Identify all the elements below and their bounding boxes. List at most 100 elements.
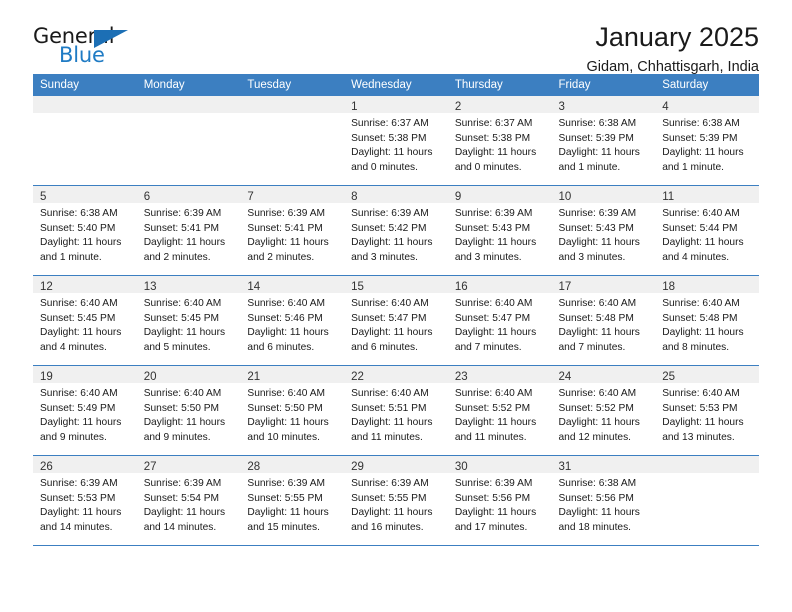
- day-details: Sunrise: 6:40 AM Sunset: 5:50 PM Daylight:…: [240, 383, 344, 445]
- day-detail-line: Sunset: 5:44 PM: [662, 222, 738, 234]
- day-detail-line: Sunset: 5:38 PM: [454, 132, 531, 144]
- day-detail-line: Sunset: 5:42 PM: [351, 222, 427, 234]
- calendar-day-cell[interactable]: 16 Sunrise: 6:40 AM Sunset: 5:47 PM Dayligh…: [447, 275, 552, 366]
- day-number: 13: [143, 281, 157, 293]
- day-details: Sunrise: 6:40 AM Sunset: 5:48 PM Daylight:…: [655, 293, 759, 355]
- day-detail-line: Sunset: 5:56 PM: [558, 492, 634, 504]
- day-detail-line: Daylight: 11 hours: [40, 417, 122, 429]
- day-detail-line: and 3 minutes.: [351, 251, 418, 263]
- calendar-day-cell[interactable]: 5 Sunrise: 6:38 AM Sunset: 5:40 PM Daylight…: [33, 185, 137, 276]
- calendar-day-cell-empty: [240, 96, 345, 186]
- day-number: 16: [454, 281, 468, 293]
- day-detail-line: and 10 minutes.: [247, 431, 320, 443]
- calendar-day-cell[interactable]: 30 Sunrise: 6:39 AM Sunset: 5:56 PM Dayligh…: [447, 455, 552, 546]
- calendar-day-cell[interactable]: 21 Sunrise: 6:40 AM Sunset: 5:50 PM Dayligh…: [240, 365, 345, 456]
- day-details: Sunrise: 6:40 AM Sunset: 5:46 PM Daylight:…: [240, 293, 344, 355]
- day-detail-line: Sunset: 5:49 PM: [40, 402, 116, 414]
- calendar-day-cell[interactable]: 27 Sunrise: 6:39 AM Sunset: 5:54 PM Dayligh…: [136, 455, 241, 546]
- day-detail-line: Sunset: 5:55 PM: [351, 492, 427, 504]
- calendar-day-cell[interactable]: 18 Sunrise: 6:40 AM Sunset: 5:48 PM Dayligh…: [655, 275, 759, 366]
- calendar-day-cell[interactable]: 8 Sunrise: 6:39 AM Sunset: 5:42 PM Daylight…: [344, 185, 448, 276]
- day-detail-line: Sunset: 5:43 PM: [558, 222, 634, 234]
- calendar-day-cell[interactable]: 23 Sunrise: 6:40 AM Sunset: 5:52 PM Dayligh…: [447, 365, 552, 456]
- day-number: 18: [662, 281, 676, 293]
- day-number-band: 19: [33, 366, 137, 383]
- day-detail-line: and 1 minute.: [40, 251, 102, 263]
- day-details: Sunrise: 6:39 AM Sunset: 5:56 PM Daylight:…: [448, 473, 552, 535]
- day-detail-line: Sunrise: 6:39 AM: [454, 208, 533, 219]
- calendar-day-cell[interactable]: 25 Sunrise: 6:40 AM Sunset: 5:53 PM Dayligh…: [655, 365, 759, 456]
- day-detail-line: Sunset: 5:50 PM: [247, 402, 323, 414]
- calendar-day-cell[interactable]: 15 Sunrise: 6:40 AM Sunset: 5:47 PM Dayligh…: [344, 275, 448, 366]
- day-detail-line: Sunset: 5:52 PM: [454, 402, 531, 414]
- day-detail-line: Daylight: 11 hours: [351, 237, 433, 249]
- day-detail-line: and 6 minutes.: [351, 341, 418, 353]
- day-detail-line: Sunset: 5:43 PM: [454, 222, 531, 234]
- calendar-day-cell[interactable]: 26 Sunrise: 6:39 AM Sunset: 5:53 PM Dayligh…: [33, 455, 137, 546]
- calendar-day-cell[interactable]: 20 Sunrise: 6:40 AM Sunset: 5:50 PM Dayligh…: [136, 365, 241, 456]
- calendar-day-cell[interactable]: 9 Sunrise: 6:39 AM Sunset: 5:43 PM Daylight…: [447, 185, 552, 276]
- day-detail-line: Daylight: 11 hours: [662, 417, 744, 429]
- day-number: 14: [247, 281, 261, 293]
- day-detail-line: Sunrise: 6:38 AM: [558, 478, 637, 489]
- calendar-day-cell[interactable]: 14 Sunrise: 6:40 AM Sunset: 5:46 PM Dayligh…: [240, 275, 345, 366]
- calendar-table: Sunday Monday Tuesday Wednesday Thursday…: [33, 74, 759, 546]
- calendar-day-cell[interactable]: 22 Sunrise: 6:40 AM Sunset: 5:51 PM Dayligh…: [344, 365, 448, 456]
- day-detail-line: Daylight: 11 hours: [247, 327, 329, 339]
- day-number: 23: [454, 371, 468, 383]
- weekday-header-tuesday: Tuesday: [240, 74, 345, 96]
- calendar-day-cell[interactable]: 12 Sunrise: 6:40 AM Sunset: 5:45 PM Dayligh…: [33, 275, 137, 366]
- calendar-day-cell[interactable]: 10 Sunrise: 6:39 AM Sunset: 5:43 PM Dayligh…: [551, 185, 656, 276]
- day-details: Sunrise: 6:39 AM Sunset: 5:43 PM Daylight:…: [552, 203, 656, 265]
- day-detail-line: Daylight: 11 hours: [143, 237, 226, 249]
- calendar-day-cell[interactable]: 13 Sunrise: 6:40 AM Sunset: 5:45 PM Dayligh…: [136, 275, 241, 366]
- general-blue-logo[interactable]: General Blue: [33, 26, 151, 72]
- day-details: [655, 473, 759, 477]
- day-details: Sunrise: 6:40 AM Sunset: 5:47 PM Daylight:…: [344, 293, 448, 355]
- day-detail-line: Daylight: 11 hours: [662, 147, 744, 159]
- day-number: 4: [662, 101, 669, 113]
- day-number-band: 25: [655, 366, 759, 383]
- calendar-day-cell[interactable]: 6 Sunrise: 6:39 AM Sunset: 5:41 PM Daylight…: [136, 185, 241, 276]
- calendar-day-cell[interactable]: 4 Sunrise: 6:38 AM Sunset: 5:39 PM Daylight…: [655, 96, 759, 186]
- day-number-band: 21: [240, 366, 345, 383]
- calendar-day-cell[interactable]: 11 Sunrise: 6:40 AM Sunset: 5:44 PM Dayligh…: [655, 185, 759, 276]
- day-detail-line: Sunrise: 6:40 AM: [558, 388, 637, 399]
- calendar-day-cell[interactable]: 24 Sunrise: 6:40 AM Sunset: 5:52 PM Dayligh…: [551, 365, 656, 456]
- day-detail-line: and 11 minutes.: [351, 431, 423, 443]
- day-detail-line: Sunset: 5:50 PM: [143, 402, 220, 414]
- calendar-day-cell[interactable]: 28 Sunrise: 6:39 AM Sunset: 5:55 PM Dayligh…: [240, 455, 345, 546]
- day-number-band: 26: [33, 456, 137, 473]
- calendar-day-cell[interactable]: 7 Sunrise: 6:39 AM Sunset: 5:41 PM Daylight…: [240, 185, 345, 276]
- calendar-day-cell[interactable]: 19 Sunrise: 6:40 AM Sunset: 5:49 PM Dayligh…: [33, 365, 137, 456]
- day-detail-line: Sunset: 5:46 PM: [247, 312, 323, 324]
- day-detail-line: and 16 minutes.: [351, 521, 424, 533]
- day-detail-line: Sunrise: 6:38 AM: [662, 118, 740, 129]
- calendar-day-cell[interactable]: 29 Sunrise: 6:39 AM Sunset: 5:55 PM Dayligh…: [344, 455, 448, 546]
- calendar-day-cell[interactable]: 1 Sunrise: 6:37 AM Sunset: 5:38 PM Daylight…: [344, 96, 448, 186]
- day-number: 29: [351, 461, 364, 473]
- day-number-band: 4: [655, 96, 759, 113]
- day-number: 2: [454, 101, 462, 113]
- day-number: 27: [143, 461, 157, 473]
- day-detail-line: and 2 minutes.: [143, 251, 211, 263]
- day-detail-line: Sunrise: 6:40 AM: [454, 298, 533, 309]
- day-detail-line: and 0 minutes.: [351, 161, 418, 173]
- calendar-day-cell[interactable]: 17 Sunrise: 6:40 AM Sunset: 5:48 PM Dayligh…: [551, 275, 656, 366]
- logo-text-blue: Blue: [59, 43, 105, 67]
- weekday-header-saturday: Saturday: [655, 74, 759, 96]
- day-number-band: 9: [447, 186, 552, 203]
- day-detail-line: Sunrise: 6:39 AM: [558, 208, 637, 219]
- day-number-band: 5: [33, 186, 137, 203]
- calendar-day-cell[interactable]: 3 Sunrise: 6:38 AM Sunset: 5:39 PM Daylight…: [551, 96, 656, 186]
- day-number-band: 7: [240, 186, 345, 203]
- day-detail-line: Daylight: 11 hours: [558, 417, 640, 429]
- day-number: 31: [558, 461, 572, 473]
- day-number: 11: [662, 191, 675, 203]
- day-detail-line: Daylight: 11 hours: [40, 507, 122, 519]
- calendar-day-cell[interactable]: 2 Sunrise: 6:37 AM Sunset: 5:38 PM Daylight…: [447, 96, 552, 186]
- day-detail-line: Daylight: 11 hours: [40, 327, 122, 339]
- day-detail-line: and 1 minute.: [662, 161, 724, 173]
- day-number: 10: [558, 191, 572, 203]
- calendar-day-cell[interactable]: 31 Sunrise: 6:38 AM Sunset: 5:56 PM Dayligh…: [551, 455, 656, 546]
